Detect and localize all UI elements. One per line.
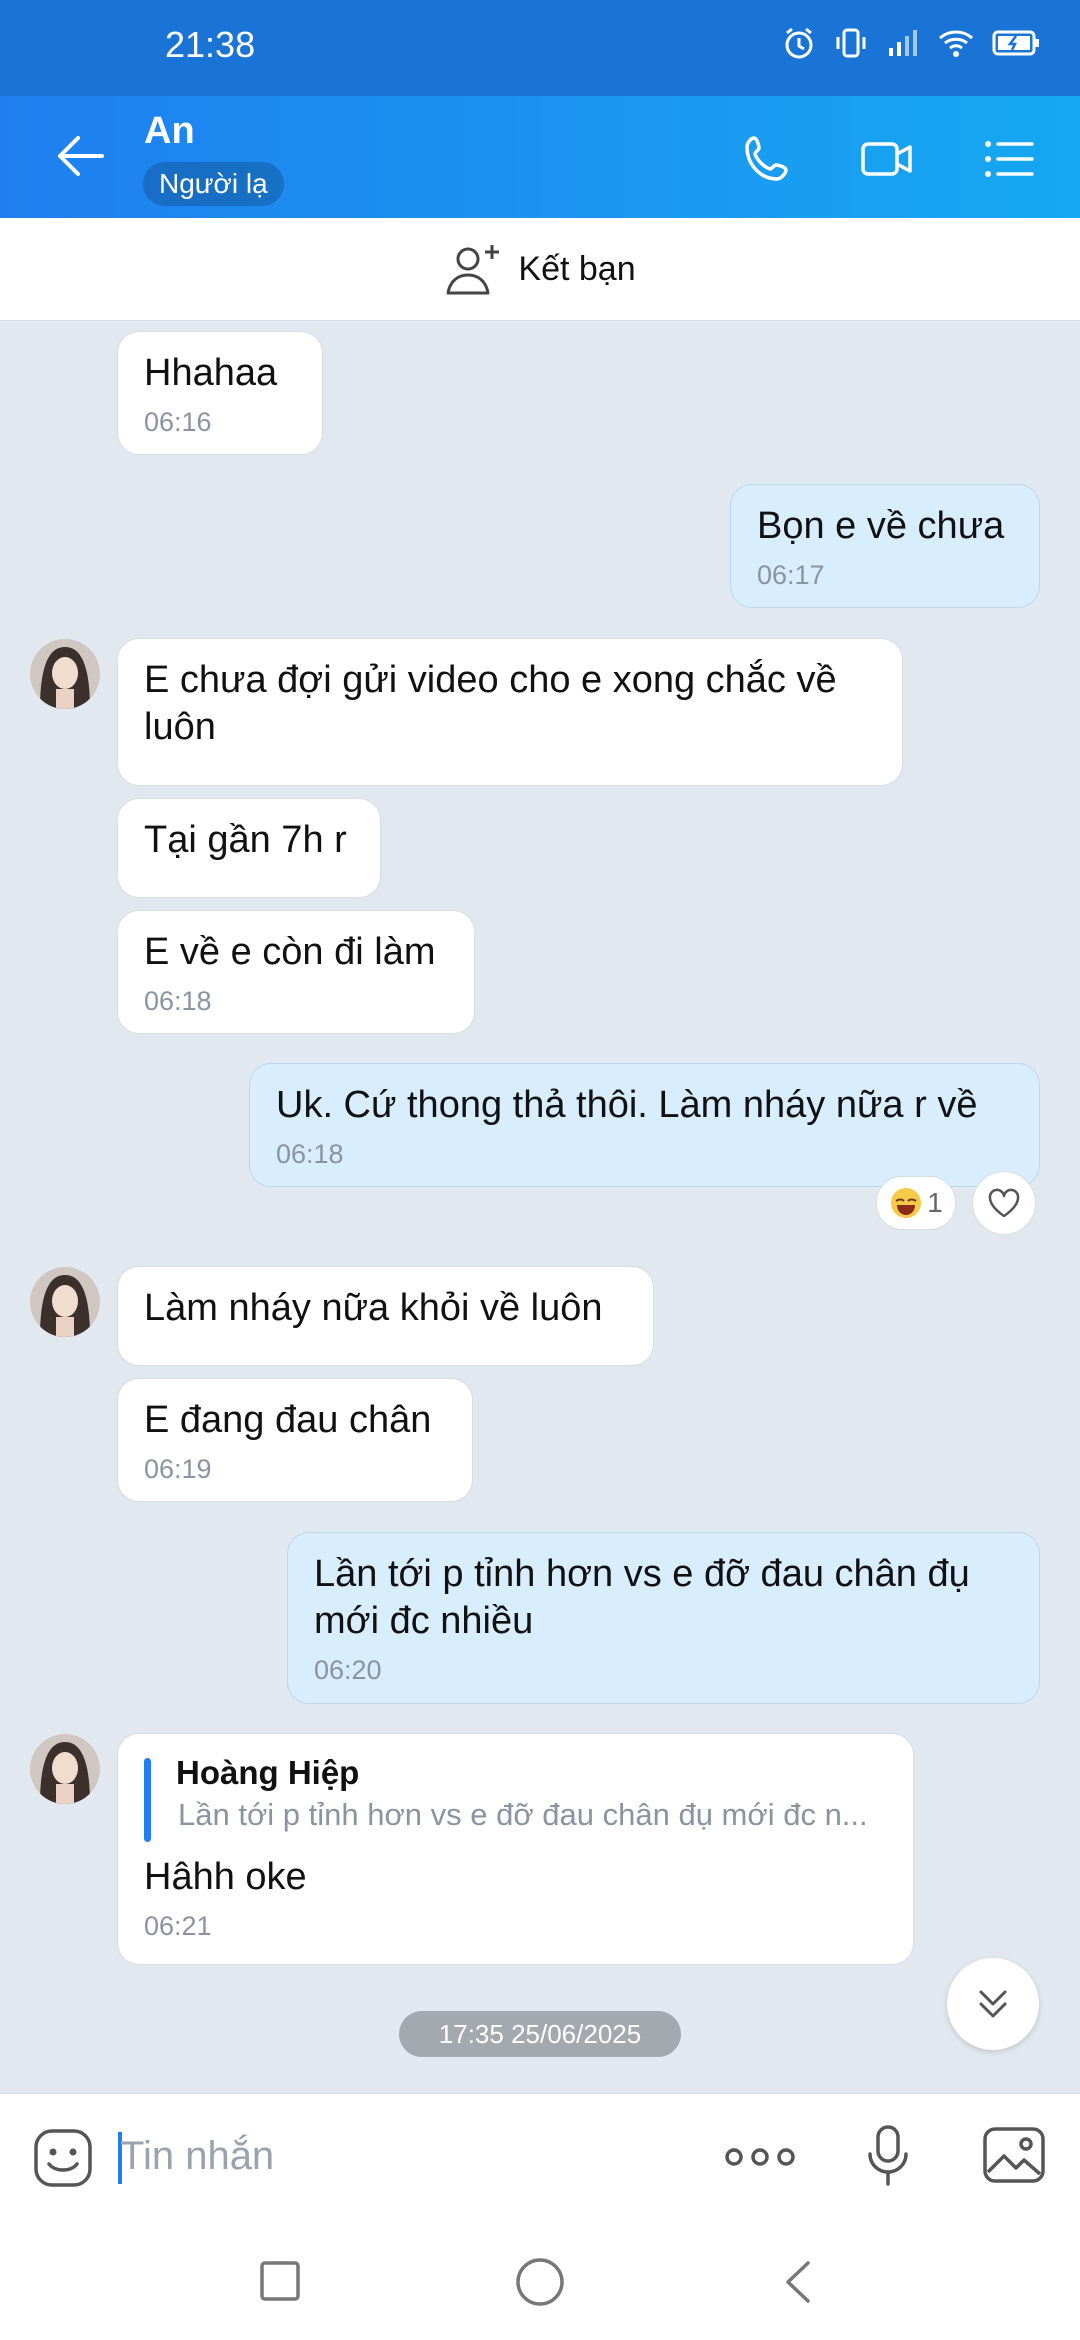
- message-received[interactable]: Làm nháy nữa khỏi về luôn: [117, 1266, 654, 1366]
- laughing-emoji-icon: [891, 1188, 922, 1218]
- double-chevron-down-icon: [979, 1990, 1007, 2018]
- contact-name[interactable]: An: [144, 110, 195, 153]
- back-nav-icon[interactable]: [782, 2259, 814, 2305]
- message-input-bar: Tin nhắn: [0, 2093, 1080, 2220]
- reaction-badge[interactable]: 1: [876, 1176, 956, 1230]
- message-sent[interactable]: Uk. Cứ thong thả thôi. Làm nháy nữa r về…: [249, 1063, 1040, 1187]
- add-friend-icon: [446, 245, 500, 295]
- message-time: 06:21: [144, 1911, 212, 1941]
- scroll-to-bottom-button[interactable]: [947, 1958, 1039, 2050]
- avatar[interactable]: [30, 639, 100, 709]
- reply-author: Hoàng Hiệp: [176, 1754, 360, 1791]
- wifi-icon: [939, 30, 973, 57]
- message-sent[interactable]: Bọn e về chưa 06:17: [730, 484, 1040, 608]
- message-time: 06:20: [314, 1655, 382, 1685]
- home-icon[interactable]: [515, 2257, 565, 2307]
- heart-icon: [988, 1188, 1020, 1218]
- message-time: 06:18: [144, 986, 212, 1016]
- image-gallery-icon[interactable]: [982, 2126, 1046, 2184]
- alarm-icon: [785, 27, 813, 59]
- status-icons: [782, 26, 1042, 60]
- message-received[interactable]: Hhahaa 06:16: [117, 331, 323, 455]
- avatar[interactable]: [30, 1734, 100, 1804]
- message-time: 06:16: [144, 407, 212, 437]
- message-received[interactable]: E về e còn đi làm 06:18: [117, 910, 475, 1034]
- message-text: Bọn e về chưa: [757, 505, 1005, 547]
- video-call-icon[interactable]: [860, 132, 914, 186]
- date-separator: 17:35 25/06/2025: [399, 2011, 681, 2057]
- emoji-sticker-icon[interactable]: [32, 2127, 94, 2189]
- message-time: 06:19: [144, 1454, 212, 1484]
- message-text: Tại gần 7h r: [144, 819, 347, 861]
- message-text: E về e còn đi làm: [144, 931, 436, 973]
- signal-icon: [889, 30, 917, 56]
- message-text: Uk. Cứ thong thả thôi. Làm nháy nữa r về: [276, 1084, 978, 1126]
- message-sent[interactable]: Lần tới p tỉnh hơn vs e đỡ đau chân đụ m…: [287, 1532, 1040, 1704]
- message-input[interactable]: Tin nhắn: [120, 2134, 274, 2179]
- react-heart-button[interactable]: [972, 1171, 1036, 1235]
- message-text: Làm nháy nữa khỏi về luôn: [144, 1287, 603, 1329]
- message-text: Hhahaa: [144, 352, 278, 394]
- reaction-count: 1: [927, 1187, 943, 1218]
- message-time: 06:17: [757, 560, 825, 590]
- menu-list-icon[interactable]: [982, 132, 1036, 186]
- recent-apps-icon[interactable]: [260, 2261, 300, 2301]
- battery-icon: [992, 30, 1039, 56]
- message-text: Lần tới p tỉnh hơn vs e đỡ đau chân đụ m…: [314, 1553, 970, 1642]
- message-time: 06:18: [276, 1139, 344, 1169]
- message-received-reply[interactable]: Hoàng Hiệp Lần tới p tỉnh hơn vs e đỡ đa…: [117, 1733, 914, 1965]
- chat-header: An Người lạ: [0, 96, 1080, 218]
- message-text: E đang đau chân: [144, 1399, 432, 1441]
- more-options-icon[interactable]: [724, 2142, 796, 2172]
- add-friend-label: Kết bạn: [518, 249, 636, 288]
- phone-call-icon[interactable]: [740, 132, 794, 186]
- message-received[interactable]: Tại gần 7h r: [117, 798, 381, 898]
- add-friend-bar[interactable]: Kết bạn: [0, 218, 1080, 321]
- status-time: 21:38: [165, 24, 256, 65]
- message-list[interactable]: Hhahaa 06:16 Bọn e về chưa 06:17 E chưa …: [0, 321, 1080, 2093]
- vibrate-icon: [836, 28, 866, 58]
- avatar[interactable]: [30, 1267, 100, 1337]
- status-bar: 21:38: [0, 0, 1080, 96]
- microphone-icon[interactable]: [866, 2124, 910, 2188]
- message-text: Hâhh oke: [144, 1856, 307, 1898]
- quote-bar: [144, 1758, 151, 1842]
- stranger-badge: Người lạ: [143, 162, 284, 206]
- message-text: E chưa đợi gửi video cho e xong chắc về …: [144, 659, 837, 748]
- message-received[interactable]: E đang đau chân 06:19: [117, 1378, 473, 1502]
- reply-preview[interactable]: Lần tới p tỉnh hơn vs e đỡ đau chân đụ m…: [178, 1794, 887, 1836]
- system-nav-bar: [0, 2219, 1080, 2340]
- message-received[interactable]: E chưa đợi gửi video cho e xong chắc về …: [117, 638, 903, 786]
- back-arrow-icon[interactable]: [52, 128, 108, 184]
